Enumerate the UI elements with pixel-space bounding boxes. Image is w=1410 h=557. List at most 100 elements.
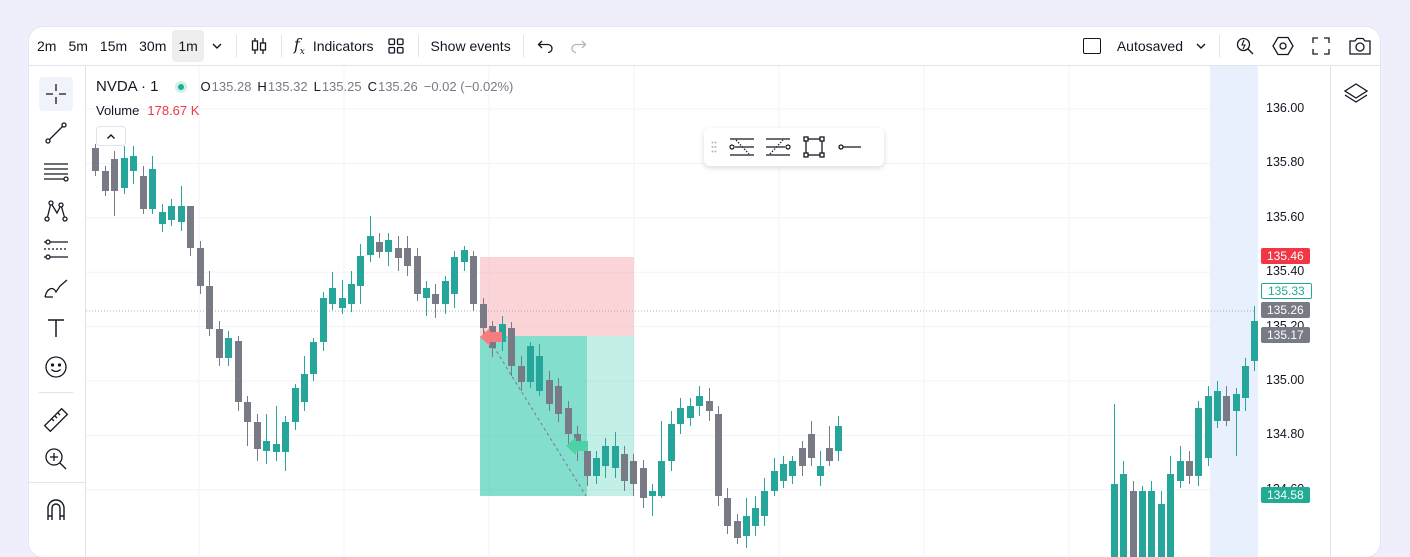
candle-body bbox=[310, 342, 317, 374]
candle bbox=[357, 244, 364, 304]
candle bbox=[789, 456, 796, 484]
interval-5m-button[interactable]: 5m bbox=[62, 30, 93, 62]
candle bbox=[470, 251, 477, 311]
candle-body bbox=[527, 346, 534, 382]
candle-body bbox=[1177, 461, 1184, 481]
candle-body bbox=[404, 248, 411, 266]
undo-icon[interactable] bbox=[530, 30, 562, 62]
quick-search-icon[interactable] bbox=[1226, 30, 1264, 62]
camera-icon[interactable] bbox=[1340, 30, 1380, 62]
candle-body bbox=[187, 206, 194, 248]
candle-body bbox=[395, 248, 402, 258]
candle-body bbox=[817, 466, 824, 476]
candle-body bbox=[771, 471, 778, 491]
candle bbox=[187, 206, 194, 256]
settings-icon[interactable] bbox=[1264, 30, 1302, 62]
symbol-legend[interactable]: NVDA · 1 O 135.28 H 135.32 L 135.25 C 135.26… bbox=[96, 78, 513, 95]
candle-body bbox=[799, 448, 806, 466]
candle-body bbox=[292, 388, 299, 422]
open-value: 135.28 bbox=[211, 79, 252, 94]
volume-legend[interactable]: Volume 178.67 K bbox=[96, 103, 199, 118]
candle-body bbox=[329, 288, 336, 304]
price-axis-tick: 135.00 bbox=[1266, 373, 1305, 387]
crosshair-icon[interactable] bbox=[39, 77, 73, 111]
autosave-button[interactable]: Autosaved bbox=[1077, 30, 1213, 62]
candle bbox=[414, 248, 421, 301]
magnet-icon[interactable] bbox=[39, 493, 73, 527]
close-value: 135.26 bbox=[377, 79, 418, 94]
top-toolbar: 2m 5m 15m 30m 1m fx Indicators Show even… bbox=[29, 27, 1380, 66]
grid-icon[interactable] bbox=[380, 30, 412, 62]
candle-body bbox=[414, 256, 421, 294]
chart-pane[interactable]: NVDA · 1 O 135.28 H 135.32 L 135.25 C 135.26… bbox=[86, 66, 1329, 557]
toolbar-divider bbox=[235, 35, 237, 57]
candle bbox=[668, 411, 675, 471]
candle bbox=[404, 236, 411, 276]
position-icon[interactable] bbox=[39, 233, 73, 267]
candle-body bbox=[612, 446, 619, 468]
candle-body bbox=[1148, 491, 1155, 557]
pattern-icon[interactable] bbox=[39, 194, 73, 228]
text-icon[interactable] bbox=[39, 311, 73, 345]
candle bbox=[687, 398, 694, 426]
long-position-icon[interactable] bbox=[724, 131, 760, 163]
interval-15m-button[interactable]: 15m bbox=[94, 30, 133, 62]
candle-body bbox=[1195, 408, 1202, 476]
interval-1m-button[interactable]: 1m bbox=[172, 30, 204, 62]
zoom-in-icon[interactable] bbox=[39, 442, 73, 476]
emoji-icon[interactable] bbox=[39, 350, 73, 384]
candle bbox=[808, 421, 815, 466]
candle bbox=[752, 496, 759, 536]
candle bbox=[696, 386, 703, 416]
indicators-button[interactable]: fx Indicators bbox=[288, 30, 380, 62]
candle bbox=[649, 484, 656, 516]
interval-30m-button[interactable]: 30m bbox=[133, 30, 172, 62]
candle-body bbox=[1251, 321, 1258, 361]
toolbar-divider bbox=[39, 392, 73, 393]
layout-icon bbox=[1082, 38, 1101, 54]
symbol-name[interactable]: NVDA · 1 bbox=[96, 78, 159, 95]
candle bbox=[799, 441, 806, 476]
time-range-highlight bbox=[1210, 66, 1258, 557]
interval-2m-button[interactable]: 2m bbox=[31, 30, 62, 62]
high-value: 135.32 bbox=[267, 79, 308, 94]
layers-icon[interactable] bbox=[1339, 76, 1373, 110]
candle-body bbox=[508, 328, 515, 366]
redo-icon[interactable] bbox=[562, 30, 594, 62]
candle-body bbox=[584, 451, 591, 476]
candle-body bbox=[178, 206, 185, 222]
candle bbox=[780, 456, 787, 488]
candle bbox=[706, 388, 713, 421]
candle bbox=[292, 384, 299, 430]
candles-icon[interactable] bbox=[243, 30, 275, 62]
candle bbox=[1130, 481, 1137, 557]
candle-body bbox=[1186, 461, 1193, 476]
candle bbox=[263, 414, 270, 464]
rectangle-icon[interactable] bbox=[796, 131, 832, 163]
toolbar-divider bbox=[280, 35, 282, 57]
drag-handle-icon[interactable] bbox=[704, 141, 724, 153]
chevron-down-icon[interactable] bbox=[1195, 42, 1207, 50]
chevron-down-icon[interactable] bbox=[204, 30, 230, 62]
candle-body bbox=[470, 256, 477, 304]
collapse-legend-button[interactable] bbox=[96, 126, 126, 146]
show-events-button[interactable]: Show events bbox=[425, 30, 517, 62]
brush-icon[interactable] bbox=[39, 272, 73, 306]
horizontal-ray-icon[interactable] bbox=[832, 131, 868, 163]
candle bbox=[677, 398, 684, 434]
indicators-label: Indicators bbox=[312, 38, 374, 54]
candle bbox=[1111, 404, 1118, 557]
candle bbox=[197, 241, 204, 294]
market-status-dot bbox=[174, 80, 187, 93]
fib-icon[interactable] bbox=[39, 155, 73, 189]
short-position-icon[interactable] bbox=[760, 131, 796, 163]
candle-body bbox=[780, 464, 787, 481]
ruler-icon[interactable] bbox=[39, 403, 73, 437]
fullscreen-icon[interactable] bbox=[1302, 30, 1340, 62]
candle bbox=[102, 166, 109, 196]
trend-line-icon[interactable] bbox=[39, 116, 73, 150]
candle-body bbox=[789, 461, 796, 476]
candle-body bbox=[1111, 484, 1118, 557]
candle bbox=[329, 272, 336, 310]
candle-body bbox=[376, 242, 383, 252]
